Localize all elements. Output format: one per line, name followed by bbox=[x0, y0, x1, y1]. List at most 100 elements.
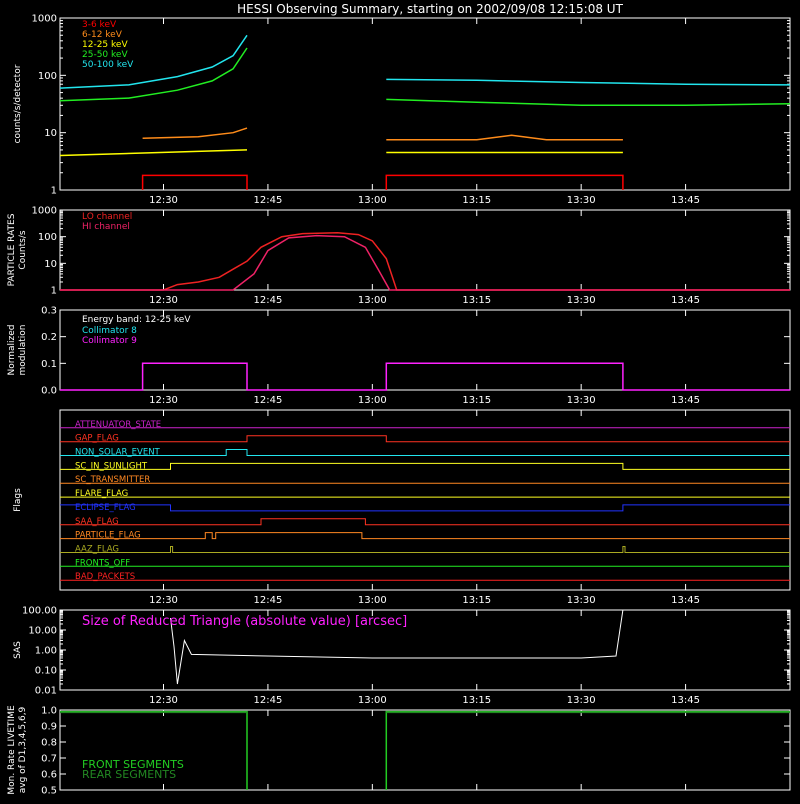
legend-entry: Collimator 8 bbox=[82, 326, 137, 336]
x-tick-label: 13:30 bbox=[567, 595, 596, 606]
panel-particle-rates: 12:30 12:45 13:00 13:15 13:30 13:45 PARTICLE R… bbox=[7, 206, 791, 306]
energy-band-annotation: Energy band: 12-25 keV bbox=[82, 315, 191, 325]
x-tick-label: 12:30 bbox=[149, 195, 178, 206]
y-tick-label: 10 bbox=[44, 128, 57, 139]
panel-frame bbox=[59, 17, 791, 191]
x-tick-label: 12:45 bbox=[254, 395, 283, 406]
legend-entry: Size of Reduced Triangle (absolute value… bbox=[82, 614, 407, 629]
panel-count-rates: 12:30 12:45 13:00 13:15 13:30 13:45 counts/s/d… bbox=[13, 14, 791, 206]
series-count-rates-1 bbox=[386, 134, 623, 141]
panel-modulation: 12:30 12:45 13:00 13:15 13:30 13:45 Normalized… bbox=[7, 306, 791, 406]
x-tick-label: 13:30 bbox=[567, 295, 596, 306]
x-tick-label: 12:45 bbox=[254, 595, 283, 606]
hessi-summary-figure: HESSI Observing Summary, starting on 200… bbox=[0, 0, 800, 800]
y-axis-label: Flags bbox=[13, 488, 23, 512]
y-tick-label: 1 bbox=[51, 186, 57, 197]
x-tick-label: 12:45 bbox=[254, 695, 283, 706]
figure-title: HESSI Observing Summary, starting on 200… bbox=[237, 2, 623, 16]
series-modulation-1 bbox=[60, 362, 790, 391]
y-tick-label: 1 bbox=[51, 286, 57, 297]
y-tick-label: 1.0 bbox=[41, 706, 57, 717]
flag-line-eclipse_flag bbox=[60, 504, 790, 512]
y-tick-label: 0.9 bbox=[41, 722, 57, 733]
flag-label-sc_transmitter: SC_TRANSMITTER bbox=[75, 475, 150, 485]
legend-entry: REAR SEGMENTS bbox=[82, 768, 176, 781]
y-tick-label: 10.00 bbox=[28, 626, 57, 637]
panel-frame bbox=[59, 409, 791, 591]
series-count-rates-0 bbox=[141, 174, 248, 190]
y-tick-label: 100.00 bbox=[22, 606, 57, 617]
legend-entry: 6-12 keV bbox=[82, 30, 123, 40]
y-tick-label: 0.0 bbox=[41, 386, 57, 397]
x-tick-label: 13:15 bbox=[462, 295, 491, 306]
x-tick-label: 12:45 bbox=[254, 195, 283, 206]
x-tick-label: 13:45 bbox=[671, 695, 700, 706]
legend-entry: 3-6 keV bbox=[82, 20, 117, 30]
flag-label-attenuator_state: ATTENUATOR_STATE bbox=[75, 420, 161, 430]
y-tick-label: 0.7 bbox=[41, 754, 57, 765]
y-axis-label: PARTICLE RATESCounts/s bbox=[7, 213, 28, 286]
x-tick-label: 13:45 bbox=[671, 395, 700, 406]
x-tick-label: 13:30 bbox=[567, 195, 596, 206]
panel-frame bbox=[59, 209, 791, 291]
x-tick-label: 13:00 bbox=[358, 595, 387, 606]
y-tick-label: 1000 bbox=[32, 206, 57, 217]
series-livetime-0 bbox=[385, 710, 790, 790]
series-count-rates-3 bbox=[386, 98, 791, 107]
legend-entry: 25-50 keV bbox=[82, 50, 128, 60]
legend-entry: Collimator 9 bbox=[82, 336, 137, 346]
y-tick-label: 100 bbox=[38, 232, 57, 243]
x-tick-label: 12:45 bbox=[254, 295, 283, 306]
y-tick-label: 0.10 bbox=[35, 666, 57, 677]
y-tick-label: 10 bbox=[44, 259, 57, 270]
y-axis-label: SAS bbox=[13, 641, 23, 659]
series-count-rates-0 bbox=[385, 174, 624, 190]
x-tick-label: 13:30 bbox=[567, 695, 596, 706]
y-axis-label: Mon. Rate LIVETIMEavg of D1,3,4,5,6,9 bbox=[7, 705, 28, 795]
x-tick-label: 12:30 bbox=[149, 695, 178, 706]
x-tick-label: 13:15 bbox=[462, 695, 491, 706]
series-count-rates-4 bbox=[386, 78, 791, 86]
x-tick-label: 13:00 bbox=[358, 295, 387, 306]
y-tick-label: 0.3 bbox=[41, 306, 57, 317]
series-particle-rates-1 bbox=[60, 234, 790, 291]
flag-line-particle_flag bbox=[60, 532, 790, 540]
flag-label-non_solar_event: NON_SOLAR_EVENT bbox=[75, 448, 161, 458]
x-tick-label: 12:30 bbox=[149, 395, 178, 406]
y-tick-label: 0.01 bbox=[35, 686, 57, 697]
panel-livetime: Mon. Rate LIVETIMEavg of D1,3,4,5,6,9 0.5… bbox=[7, 705, 791, 797]
x-tick-label: 12:30 bbox=[149, 595, 178, 606]
flag-line-sc_in_sunlight bbox=[60, 462, 790, 470]
x-tick-label: 13:45 bbox=[671, 595, 700, 606]
legend-entry: 50-100 keV bbox=[82, 60, 134, 70]
y-tick-label: 0.1 bbox=[41, 359, 57, 370]
flag-label-fronts_off: FRONTS_OFF bbox=[75, 558, 130, 568]
x-tick-label: 13:45 bbox=[671, 195, 700, 206]
flag-line-aaz_flag bbox=[60, 546, 790, 553]
y-tick-label: 1.00 bbox=[35, 646, 57, 657]
y-axis-label: counts/s/detector bbox=[13, 64, 23, 143]
y-tick-label: 0.5 bbox=[41, 786, 57, 797]
panel-sas: 12:30 12:45 13:00 13:15 13:30 13:45 SAS 0.01 0.1… bbox=[13, 606, 791, 706]
x-tick-label: 13:00 bbox=[358, 195, 387, 206]
y-axis-label: Normalizedmodulation bbox=[7, 324, 28, 375]
legend-entry: 12-25 keV bbox=[82, 40, 128, 50]
series-particle-rates-0 bbox=[60, 232, 790, 291]
x-tick-label: 13:45 bbox=[671, 295, 700, 306]
series-count-rates-2 bbox=[59, 149, 248, 157]
x-tick-label: 13:15 bbox=[462, 595, 491, 606]
x-tick-label: 13:00 bbox=[358, 395, 387, 406]
hessi-summary-svg: HESSI Observing Summary, starting on 200… bbox=[7, 2, 791, 797]
x-tick-label: 13:15 bbox=[462, 195, 491, 206]
y-tick-label: 0.8 bbox=[41, 738, 57, 749]
y-tick-label: 1000 bbox=[32, 14, 57, 25]
x-tick-label: 13:30 bbox=[567, 395, 596, 406]
x-tick-label: 13:00 bbox=[358, 695, 387, 706]
flag-line-non_solar_event bbox=[60, 449, 790, 456]
panel-flags: 12:30 12:45 13:00 13:15 13:30 13:45 Flags ATTEN… bbox=[13, 409, 791, 606]
legend-entry: HI channel bbox=[82, 222, 130, 232]
x-tick-label: 13:15 bbox=[462, 395, 491, 406]
y-tick-label: 0.2 bbox=[41, 332, 57, 343]
x-tick-label: 12:30 bbox=[149, 295, 178, 306]
y-tick-label: 100 bbox=[38, 71, 57, 82]
